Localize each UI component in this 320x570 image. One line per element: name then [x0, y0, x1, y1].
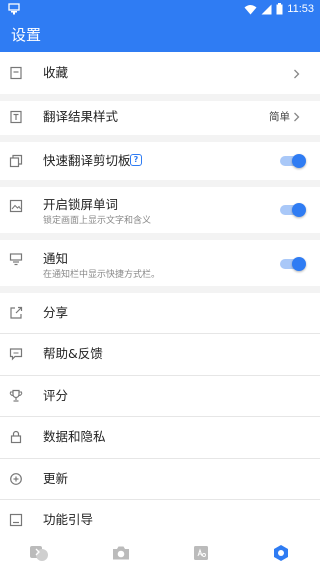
toggle-knob	[292, 257, 306, 271]
chevron-right-icon	[294, 112, 300, 122]
update-icon	[10, 473, 22, 485]
settings-item-label: 快速翻译剪切板	[43, 153, 131, 168]
chevron-right-icon	[294, 69, 300, 79]
settings-item-label: 帮助&反馈	[43, 346, 103, 361]
notification-toggle[interactable]	[280, 257, 306, 271]
settings-item-update[interactable]: 更新	[0, 459, 320, 499]
settings-item-label: 翻译结果样式	[43, 109, 119, 124]
bottom-nav	[0, 537, 320, 570]
image-icon	[9, 199, 23, 213]
camera-icon[interactable]	[110, 543, 132, 563]
text-format-icon	[10, 110, 22, 124]
settings-item-label: 更新	[43, 471, 69, 486]
status-time: 11:53	[287, 3, 314, 15]
settings-item-result-style[interactable]: 翻译结果样式 简单	[0, 101, 320, 135]
page-title: 设置	[11, 26, 42, 44]
settings-item-share[interactable]: 分享	[0, 293, 320, 333]
section-divider	[0, 286, 320, 293]
guide-icon	[9, 513, 23, 527]
settings-item-privacy[interactable]: 数据和隐私	[0, 417, 320, 458]
section-divider	[0, 180, 320, 187]
clipboard-toggle[interactable]	[280, 154, 306, 168]
settings-item-label: 分享	[43, 305, 69, 320]
settings-item-rate[interactable]: 评分	[0, 376, 320, 416]
settings-item-subtitle: 锁定画面上显示文字和含义	[43, 216, 152, 226]
notification-icon	[8, 3, 20, 15]
bookmark-icon	[10, 66, 22, 80]
clipboard-icon	[9, 154, 23, 168]
toggle-knob	[292, 203, 306, 217]
settings-item-label: 功能引导	[43, 512, 94, 527]
status-bar: 11:53	[0, 0, 320, 18]
notification-bar-icon	[9, 253, 23, 266]
toggle-knob	[292, 154, 306, 168]
settings-item-label: 通知	[43, 251, 69, 266]
settings-item-guide[interactable]: 功能引导	[0, 500, 320, 537]
lock-icon	[10, 430, 22, 444]
section-divider	[0, 94, 320, 101]
settings-item-label: 开启锁屏单词	[43, 197, 119, 212]
section-divider	[0, 135, 320, 142]
battery-icon	[276, 3, 283, 15]
settings-item-lockscreen[interactable]: 开启锁屏单词 锁定画面上显示文字和含义	[0, 187, 320, 233]
settings-icon[interactable]	[270, 543, 292, 563]
settings-item-feedback[interactable]: 帮助&反馈	[0, 334, 320, 375]
settings-item-favorites[interactable]: 收藏	[0, 52, 320, 94]
help-icon[interactable]: ?	[130, 154, 142, 166]
share-icon	[10, 306, 23, 319]
section-divider	[0, 233, 320, 240]
wifi-icon	[244, 4, 257, 14]
lockscreen-toggle[interactable]	[280, 203, 306, 217]
settings-item-label: 数据和隐私	[43, 429, 106, 444]
feedback-icon	[9, 348, 23, 361]
settings-item-label: 评分	[43, 388, 69, 403]
settings-item-subtitle: 在通知栏中显示快捷方式栏。	[43, 270, 161, 280]
settings-item-label: 收藏	[43, 65, 69, 80]
translate-icon[interactable]	[28, 543, 50, 563]
result-style-value: 简单	[269, 111, 290, 123]
settings-item-notification[interactable]: 通知 在通知栏中显示快捷方式栏。	[0, 240, 320, 286]
trophy-icon	[9, 389, 23, 402]
app-bar: 设置	[0, 18, 320, 52]
signal-icon	[261, 4, 272, 14]
dictionary-icon[interactable]	[190, 543, 212, 563]
settings-item-clipboard[interactable]: 快速翻译剪切板 ?	[0, 142, 320, 180]
